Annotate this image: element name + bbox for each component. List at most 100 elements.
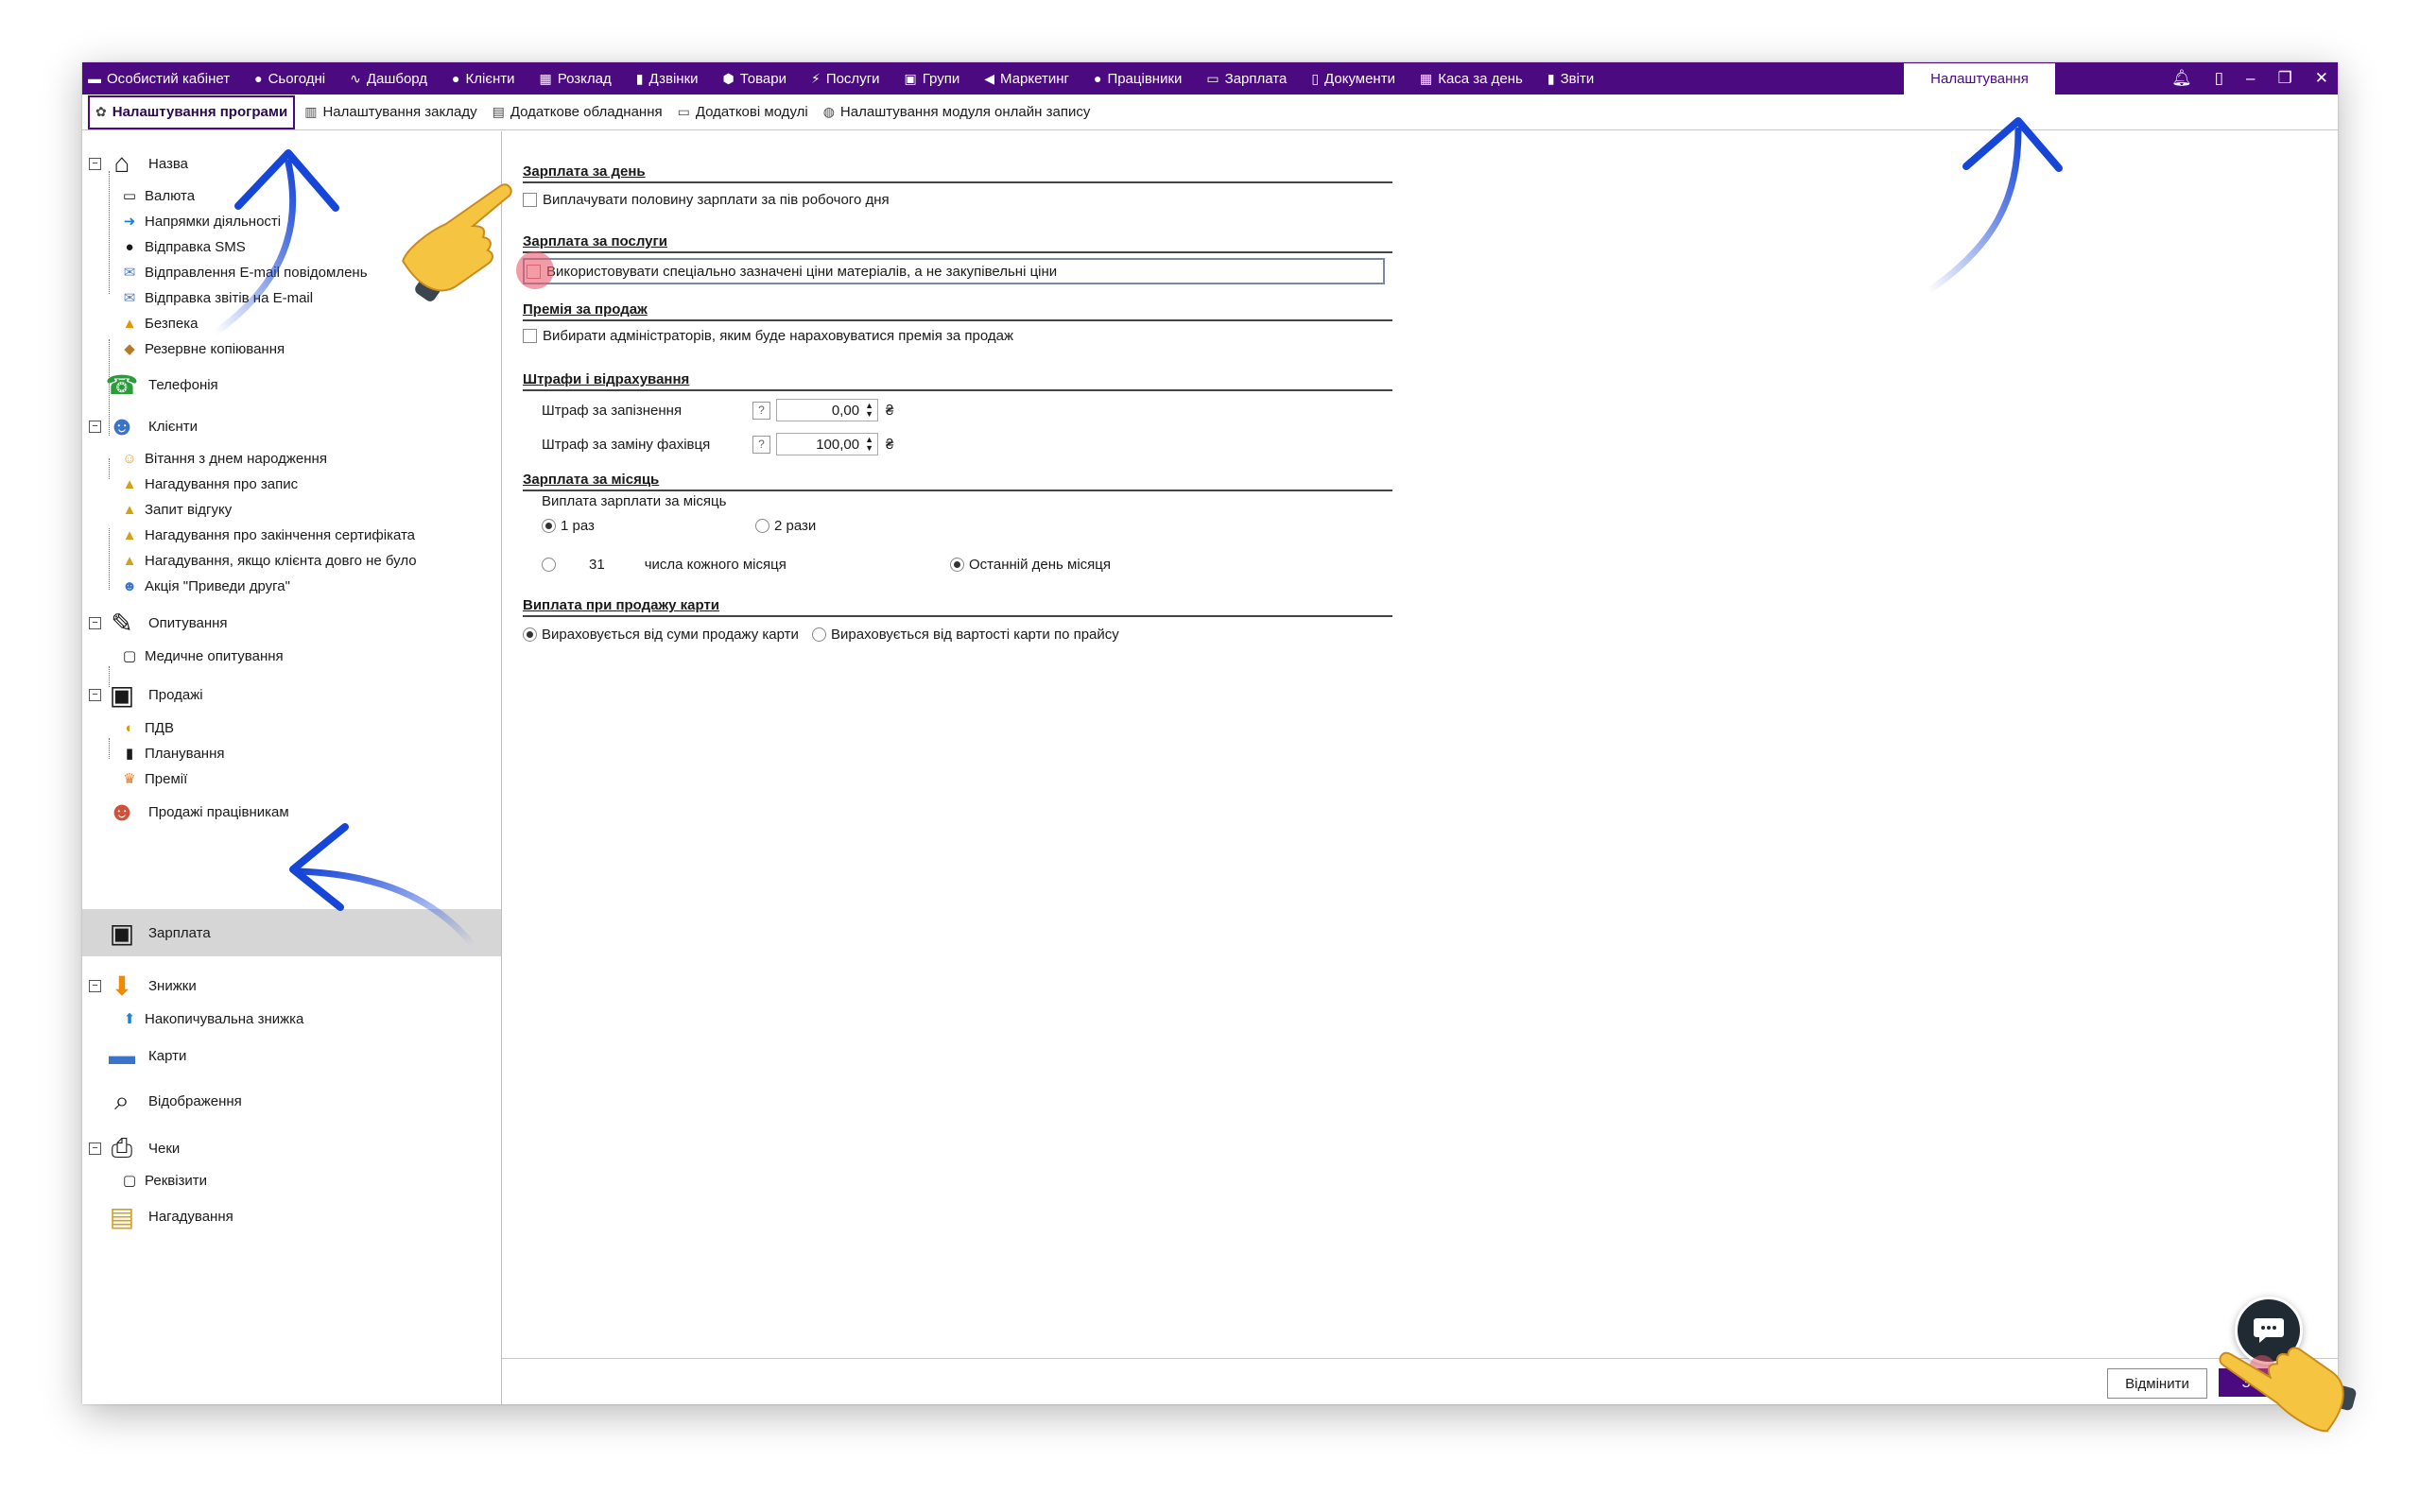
minimize-icon[interactable]: – xyxy=(2246,69,2255,88)
topnav-item-0[interactable]: ▬ Особистий кабінет xyxy=(88,71,230,87)
tree-item-medical-survey[interactable]: ▢ Медичне опитування xyxy=(120,646,284,665)
chat-widget-button[interactable] xyxy=(2235,1297,2303,1365)
checkbox[interactable] xyxy=(523,329,537,343)
radio-twice[interactable]: 2 рази xyxy=(755,518,816,534)
checkbox[interactable] xyxy=(527,264,541,279)
radio-last-day[interactable]: Останній день місяця xyxy=(950,557,1111,573)
tree-item-planning[interactable]: ▮ Планування xyxy=(120,744,225,763)
tree-item-feedback[interactable]: ▲ Запит відгуку xyxy=(120,500,233,519)
topnav-item-3[interactable]: ● Клієнти xyxy=(452,71,514,87)
fine-replace-input[interactable]: 100,00 ▲ ▼ xyxy=(776,433,878,455)
settings-tab-2[interactable]: ▤ Додаткове обладнання xyxy=(487,97,668,128)
tree-item-directions[interactable]: ➜ Напрямки діяльності xyxy=(120,212,281,231)
spinner-arrows-icon[interactable]: ▲ ▼ xyxy=(865,402,873,419)
radio-button[interactable] xyxy=(523,627,537,642)
tree-item-receipts[interactable]: ⎙ Чеки xyxy=(103,1129,180,1167)
tree-item-surveys[interactable]: ✎ Опитування xyxy=(103,604,227,642)
collapse-toggle-surveys[interactable]: − xyxy=(89,617,101,629)
topnav-item-9[interactable]: ◀ Маркетинг xyxy=(984,71,1069,87)
option-special-prices[interactable]: Використовувати спеціально зазначені цін… xyxy=(523,258,1385,284)
close-icon[interactable]: ✕ xyxy=(2315,69,2328,88)
topnav-item-13[interactable]: ▦ Каса за день xyxy=(1420,71,1523,87)
settings-tab-0[interactable]: ✿ Налаштування програми xyxy=(88,94,296,129)
tree-item-display[interactable]: ⌕ Відображення xyxy=(103,1082,242,1120)
save-button[interactable]: Збер... xyxy=(2219,1368,2309,1397)
tree-item-sales[interactable]: ▣ Продажі xyxy=(103,676,203,713)
option-sales-bonus-admins[interactable]: Вибирати адміністраторів, яким буде нара… xyxy=(523,328,1013,344)
radio-button[interactable] xyxy=(755,519,769,533)
radio-button[interactable] xyxy=(542,519,556,533)
radio-button[interactable] xyxy=(950,558,964,572)
lock-icon[interactable]: ▯ xyxy=(2215,69,2223,88)
tree-item-salary[interactable]: ▣ Зарплата xyxy=(82,909,501,956)
topnav-item-14[interactable]: ▮ Звіти xyxy=(1547,71,1594,87)
topnav-item-10[interactable]: ● Працівники xyxy=(1094,71,1182,87)
settings-tab-1[interactable]: ▥ Налаштування закладу xyxy=(299,97,482,128)
tree-item-reminder-absent[interactable]: ▲ Нагадування, якщо клієнта довго не було xyxy=(120,551,417,570)
topnav-item-1[interactable]: ● Сьогодні xyxy=(254,71,325,87)
tab-settings-active[interactable]: Налаштування xyxy=(1904,63,2055,94)
collapse-toggle-name[interactable]: − xyxy=(89,158,101,170)
collapse-toggle-discounts[interactable]: − xyxy=(89,980,101,992)
cancel-button[interactable]: Відмінити xyxy=(2107,1368,2207,1399)
tree-item-email-reports[interactable]: ✉ Відправка звітів на E-mail xyxy=(120,288,313,307)
tree-item-cumulative-discount[interactable]: ⬆ Накопичувальна знижка xyxy=(120,1009,304,1028)
topnav-item-7[interactable]: ⚡ Послуги xyxy=(811,71,880,87)
topnav-item-4[interactable]: ▦ Розклад xyxy=(540,71,612,87)
fine-replace-row: Штраф за заміну фахівця ? 100,00 ▲ ▼ ₴ xyxy=(542,433,893,455)
topnav-item-12[interactable]: ▯ Документи xyxy=(1311,71,1395,87)
collapse-toggle-clients[interactable]: − xyxy=(89,421,101,433)
settings-tree: − ⌂ Назва ▭ Валюта ➜ Напрямки діяльності ● В… xyxy=(82,131,502,1404)
tree-item-reminder-record[interactable]: ▲ Нагадування про запис xyxy=(120,474,299,493)
printer-icon: ⎙ xyxy=(111,1132,133,1162)
settings-tab-3[interactable]: ▭ Додаткові модулі xyxy=(672,97,814,128)
tree-item-employee-sales[interactable]: ☻ Продажі працівникам xyxy=(103,793,288,831)
help-icon[interactable]: ? xyxy=(752,401,770,420)
tree-item-telephony[interactable]: ☎ Телефонія xyxy=(103,366,218,404)
restore-icon[interactable]: ❐ xyxy=(2278,69,2292,88)
bell-icon[interactable]: 🔔︎ xyxy=(2171,69,2192,88)
radio-card-from-sale[interactable]: Вираховується від суми продажу карти xyxy=(523,627,799,643)
fine-late-input[interactable]: 0,00 ▲ ▼ xyxy=(776,399,878,421)
radio-once[interactable]: 1 раз xyxy=(542,518,595,534)
tree-item-requisites[interactable]: ▢ Реквізити xyxy=(120,1171,207,1190)
tree-item-currency[interactable]: ▭ Валюта xyxy=(120,186,195,205)
tree-item-sms[interactable]: ● Відправка SMS xyxy=(120,237,245,256)
spinner-arrows-icon[interactable]: ▲ ▼ xyxy=(865,436,873,453)
checkbox[interactable] xyxy=(523,193,537,207)
option-daily-half[interactable]: Виплачувати половину зарплати за пів роб… xyxy=(523,192,890,208)
tree-item-clients[interactable]: ☻ Клієнти xyxy=(103,407,198,445)
radio-button[interactable] xyxy=(812,627,826,642)
tree-item-promo-friend[interactable]: ☻ Акція "Приведи друга" xyxy=(120,576,290,595)
collapse-toggle-receipts[interactable]: − xyxy=(89,1143,101,1155)
tree-item-vat[interactable]: ◐ ПДВ xyxy=(120,718,173,737)
arrow-up-icon: ⬆ xyxy=(123,1011,136,1027)
section-title-fines: Штрафи і відрахування xyxy=(523,371,1392,391)
groups-icon: ▣ xyxy=(904,70,917,86)
monthly-payout-label: Виплата зарплати за місяць xyxy=(542,493,727,509)
tree-item-reminders[interactable]: ▤ Нагадування xyxy=(103,1197,233,1235)
topnav-item-11[interactable]: ▭ Зарплата xyxy=(1206,71,1287,87)
tree-item-discounts[interactable]: ⬇ Знижки xyxy=(103,967,196,1005)
tree-item-birthday[interactable]: ☺ Вітання з днем народження xyxy=(120,449,327,468)
tree-item-security[interactable]: ▲ Безпека xyxy=(120,314,199,333)
tree-item-bonuses[interactable]: ♛ Премії xyxy=(120,769,187,788)
tree-item-backup[interactable]: ◆ Резервне копіювання xyxy=(120,339,285,358)
topnav-item-5[interactable]: ▮ Дзвінки xyxy=(636,71,699,87)
tree-item-reminder-cert[interactable]: ▲ Нагадування про закінчення сертифіката xyxy=(120,525,415,544)
topnav-item-8[interactable]: ▣ Групи xyxy=(905,71,960,87)
radio-button[interactable] xyxy=(542,558,556,572)
radio-card-from-price[interactable]: Вираховується від вартості карти по прай… xyxy=(812,627,1119,643)
tree-item-name[interactable]: ⌂ Назва xyxy=(103,145,189,182)
tree-item-cards[interactable]: ▬ Карти xyxy=(103,1037,186,1074)
settings-tab-4[interactable]: ◍ Налаштування модуля онлайн запису xyxy=(818,97,1097,128)
tree-item-email-messages[interactable]: ✉ Відправлення E-mail повідомлень xyxy=(120,263,368,282)
topnav-item-2[interactable]: ∿ Дашборд xyxy=(350,71,427,87)
radio-day-of-month[interactable]: 31 числа кожного місяця xyxy=(542,557,786,573)
topnav-item-6[interactable]: ⬢ Товари xyxy=(723,71,786,87)
bell-icon: ▲ xyxy=(122,475,137,492)
collapse-toggle-sales[interactable]: − xyxy=(89,689,101,701)
topnav-label: Сьогодні xyxy=(268,70,326,87)
day-number-field[interactable]: 31 xyxy=(589,557,605,573)
help-icon[interactable]: ? xyxy=(752,435,770,454)
